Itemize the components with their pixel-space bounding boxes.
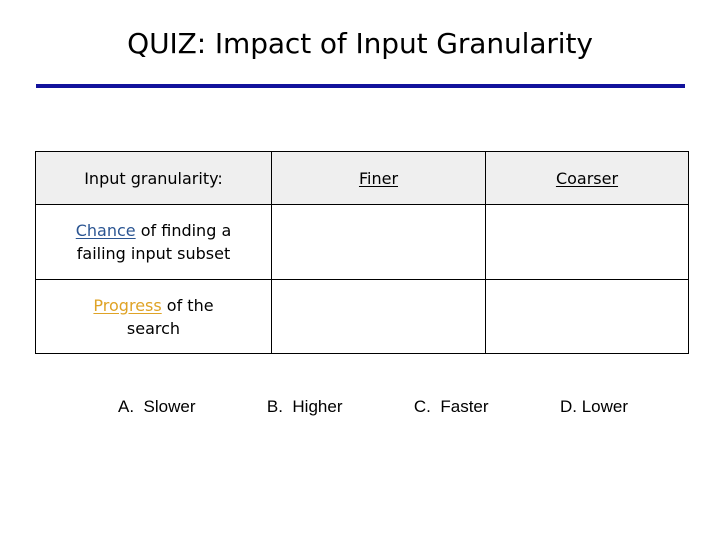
table-row: Chance of finding a failing input subset: [35, 204, 689, 280]
header-cell-coarser: Coarser: [485, 151, 689, 205]
header-cell-input-granularity: Input granularity:: [35, 151, 272, 205]
answer-option-a-key: A.: [118, 397, 135, 416]
header-label-finer: Finer: [358, 168, 399, 188]
answer-option-a-text: Slower: [143, 397, 196, 416]
answer-option-d[interactable]: D. Lower: [560, 397, 628, 417]
row-label-chance-line2: failing input subset: [76, 244, 231, 263]
keyword-chance: Chance: [75, 221, 136, 240]
row-label-progress-line2: search: [126, 318, 181, 338]
answer-option-c[interactable]: C. Faster: [414, 397, 489, 417]
row-label-cell-progress: Progress of the search: [35, 279, 272, 354]
answer-cell-chance-finer[interactable]: [271, 204, 486, 280]
header-label-input-granularity: Input granularity:: [84, 168, 223, 188]
answer-option-c-key: C.: [413, 397, 431, 416]
table-header-row: Input granularity: Finer Coarser: [35, 151, 689, 205]
answer-cell-chance-coarser[interactable]: [485, 204, 689, 280]
answer-cell-progress-coarser[interactable]: [485, 279, 689, 354]
answer-option-b-key: B.: [266, 397, 283, 416]
title-divider: [36, 84, 685, 88]
header-label-coarser: Coarser: [555, 168, 619, 188]
answer-option-b[interactable]: B. Higher: [267, 397, 343, 417]
page-title: QUIZ: Impact of Input Granularity: [127, 27, 593, 60]
answer-options: A. Slower B. Higher C. Faster D. Lower: [100, 393, 640, 421]
answer-option-a[interactable]: A. Slower: [118, 397, 195, 417]
answer-option-d-key: D.: [559, 397, 577, 416]
header-cell-finer: Finer: [271, 151, 486, 205]
table-row: Progress of the search: [35, 279, 689, 354]
answer-cell-progress-finer[interactable]: [271, 279, 486, 354]
row-label-cell-chance: Chance of finding a failing input subset: [35, 204, 272, 280]
row-label-progress-rest: of the: [161, 295, 214, 315]
quiz-table: Input granularity: Finer Coarser Chance …: [35, 151, 689, 354]
answer-option-b-text: Higher: [292, 397, 343, 416]
row-label-chance-rest: of finding a: [135, 221, 232, 240]
answer-option-d-text: Lower: [581, 397, 628, 416]
keyword-progress: Progress: [93, 295, 162, 315]
answer-option-c-text: Faster: [440, 397, 489, 416]
